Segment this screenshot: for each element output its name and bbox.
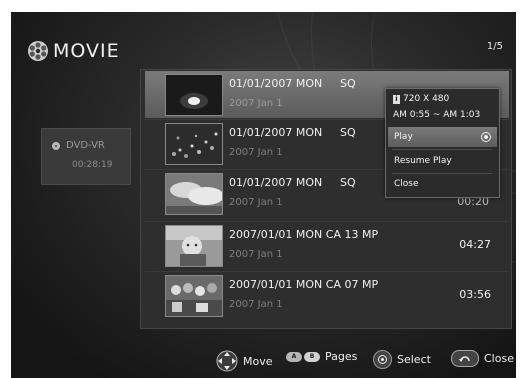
item-date: 01/01/2007 MON [229, 126, 323, 139]
close-hint: Close [451, 350, 514, 367]
info-icon: i [393, 94, 400, 104]
item-subtitle: 2007 Jan 1 [229, 299, 283, 310]
close-label: Close [484, 352, 514, 365]
return-button-icon [451, 350, 479, 367]
page-indicator: 1/5 [486, 41, 503, 52]
resolution-info: i 720 X 480 [393, 94, 449, 104]
menu-item-close[interactable]: Close [388, 174, 497, 194]
device-total-time: 00:28:19 [72, 160, 113, 170]
device-label: DVD-VR [66, 140, 105, 151]
move-label: Move [243, 354, 273, 368]
page-title-row: MOVIE [27, 40, 120, 62]
page-down-button-icon: B [304, 351, 320, 362]
item-date: 2007/01/01 MON CA 13 MP [229, 228, 379, 241]
item-subtitle: 2007 Jan 1 [229, 147, 283, 158]
menu-item-play[interactable]: Play [388, 127, 497, 147]
device-source-box[interactable]: DVD-VR 00:28:19 [41, 128, 131, 185]
disc-icon [28, 41, 48, 61]
option-popup: i 720 X 480 AM 0:55 ~ AM 1:03 Play Resum… [385, 88, 500, 198]
item-quality: SQ [340, 77, 356, 90]
time-range-text: AM 0:55 ~ AM 1:03 [393, 110, 481, 120]
source-radio-icon [52, 141, 60, 150]
pages-label: Pages [325, 350, 358, 363]
enter-button-icon [373, 350, 392, 369]
thumbnail-image [165, 123, 223, 165]
dpad-icon [216, 350, 238, 372]
page-title: MOVIE [53, 40, 120, 62]
item-date: 01/01/2007 MON [229, 77, 323, 90]
item-subtitle: 2007 Jan 1 [229, 249, 283, 260]
thumbnail-image [165, 225, 223, 267]
return-arrow-icon [459, 356, 470, 362]
menu-item-label: Close [394, 179, 419, 189]
key-guide-bar: Move A B Pages Select Close [11, 344, 516, 372]
resolution-text: 720 X 480 [403, 94, 450, 104]
menu-divider [392, 149, 492, 150]
thumbnail-image [165, 173, 223, 215]
thumbnail-image [165, 74, 223, 116]
thumbnail-image [165, 275, 223, 317]
page-up-button-icon: A [286, 351, 302, 362]
selected-radio-icon [481, 132, 491, 142]
select-label: Select [397, 353, 431, 366]
item-duration: 04:27 [459, 238, 491, 251]
item-duration: 03:56 [459, 288, 491, 301]
item-subtitle: 2007 Jan 1 [229, 197, 283, 208]
list-item[interactable]: 2007/01/01 MON CA 13 MP 2007 Jan 1 04:27 [145, 221, 509, 269]
menu-item-label: Resume Play [394, 156, 452, 166]
item-subtitle: 2007 Jan 1 [229, 98, 283, 109]
item-date: 2007/01/01 MON CA 07 MP [229, 278, 379, 291]
move-hint: Move [216, 350, 273, 372]
item-quality: SQ [340, 126, 356, 139]
item-quality: SQ [340, 176, 356, 189]
select-hint: Select [373, 350, 431, 369]
list-item[interactable]: 2007/01/01 MON CA 07 MP 2007 Jan 1 03:56 [145, 271, 509, 319]
movie-screen: MOVIE 1/5 DVD-VR 00:28:19 01/01/2007 MON… [11, 12, 516, 378]
item-date: 01/01/2007 MON [229, 176, 323, 189]
menu-item-resume-play[interactable]: Resume Play [388, 151, 497, 171]
pages-hint: A B Pages [286, 350, 357, 363]
menu-item-label: Play [394, 132, 413, 142]
